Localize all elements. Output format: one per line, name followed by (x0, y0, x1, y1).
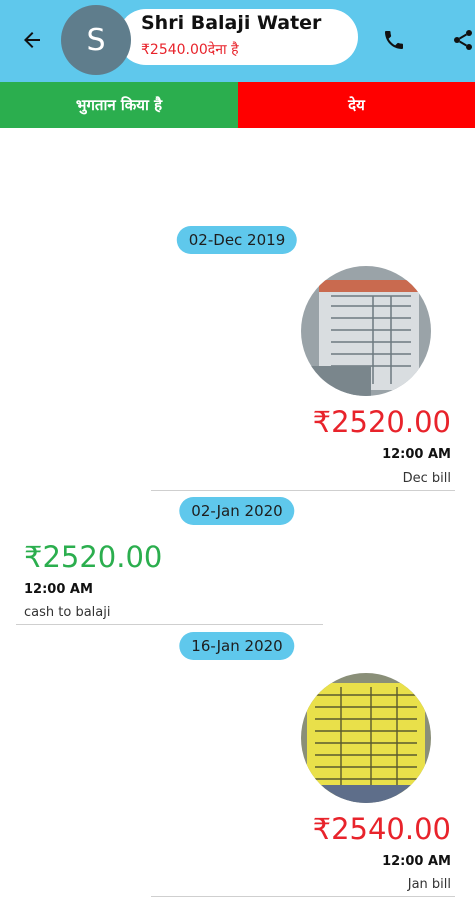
bill-photo[interactable] (301, 266, 431, 396)
tab-paid[interactable]: भुगतान किया है (0, 82, 238, 128)
contact-name: Shri Balaji Water (141, 12, 322, 34)
transaction-time: 12:00 AM (382, 447, 451, 462)
call-button[interactable] (376, 22, 412, 58)
tab-paid-label: भुगतान किया है (75, 96, 163, 114)
amount-paid: ₹2520.00 (24, 540, 163, 574)
avatar-letter: S (86, 22, 106, 58)
divider (16, 624, 323, 625)
transaction-note: Jan bill (407, 877, 451, 892)
share-icon (454, 30, 472, 50)
back-arrow-icon (24, 32, 40, 48)
transaction-note: Dec bill (402, 471, 451, 486)
tab-due-label: देय (348, 96, 365, 114)
transaction-time: 12:00 AM (24, 582, 93, 597)
bill-photo-image (301, 266, 431, 396)
avatar[interactable]: S (61, 5, 131, 75)
phone-icon (385, 31, 403, 49)
date-chip: 02-Dec 2019 (176, 226, 298, 254)
transaction-time: 12:00 AM (382, 854, 451, 869)
tab-due[interactable]: देय (238, 82, 475, 128)
balance-due-text: ₹2540.00देना है (141, 42, 239, 58)
share-button[interactable] (445, 22, 475, 58)
date-chip: 16-Jan 2020 (179, 632, 295, 660)
back-button[interactable] (14, 22, 50, 58)
amount-due: ₹2520.00 (312, 405, 451, 439)
bill-photo[interactable] (301, 673, 431, 803)
divider (151, 490, 455, 491)
divider (151, 896, 455, 897)
amount-due: ₹2540.00 (312, 812, 451, 846)
bill-photo-image (301, 673, 431, 803)
transaction-note: cash to balaji (24, 605, 111, 620)
date-chip: 02-Jan 2020 (179, 497, 295, 525)
